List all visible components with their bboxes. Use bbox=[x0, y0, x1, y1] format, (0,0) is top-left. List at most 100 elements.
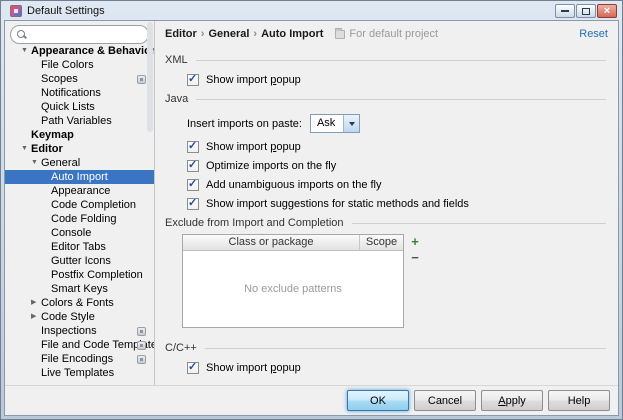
section-header-ccpp: C/C++ bbox=[165, 340, 606, 356]
checkbox-add-unambiguous-imports[interactable]: ✓ Add unambiguous imports on the fly bbox=[187, 177, 606, 192]
table-body: No exclude patterns bbox=[183, 251, 403, 327]
cancel-button[interactable]: Cancel bbox=[414, 390, 476, 411]
sidebar-item-auto-import[interactable]: Auto Import bbox=[5, 170, 154, 184]
close-icon: × bbox=[604, 6, 610, 16]
check-icon: ✓ bbox=[188, 139, 197, 152]
window-controls: × bbox=[555, 4, 617, 18]
add-exclude-pattern-button[interactable]: + bbox=[408, 235, 422, 248]
checkbox-show-import-suggestions-static[interactable]: ✓ Show import suggestions for static met… bbox=[187, 196, 606, 211]
combo-dropdown-button[interactable] bbox=[343, 115, 359, 132]
sidebar-item-console[interactable]: Console bbox=[5, 226, 154, 240]
panels: ▼Appearance & BehaviorFile ColorsScopesN… bbox=[5, 21, 618, 385]
table-header: Class or package Scope bbox=[183, 235, 403, 251]
sidebar-item-label: File Colors bbox=[41, 58, 94, 72]
close-button[interactable]: × bbox=[597, 4, 617, 18]
sidebar-item-label: Live Templates bbox=[41, 366, 114, 380]
sidebar-scrollbar[interactable] bbox=[146, 21, 154, 385]
sidebar-item-label: Quick Lists bbox=[41, 100, 95, 114]
sidebar-item-label: Notifications bbox=[41, 86, 101, 100]
sidebar-item-colors-fonts[interactable]: ▶Colors & Fonts bbox=[5, 296, 154, 310]
checkbox-optimize-imports-on-the-fly[interactable]: ✓ Optimize imports on the fly bbox=[187, 158, 606, 173]
sidebar-item-file-encodings[interactable]: File Encodings bbox=[5, 352, 154, 366]
checkbox-xml-show-import-popup[interactable]: ✓ Show import popup bbox=[187, 72, 606, 87]
per-project-settings-icon bbox=[137, 75, 146, 84]
sidebar-item-inspections[interactable]: Inspections bbox=[5, 324, 154, 338]
sidebar-item-editor-tabs[interactable]: Editor Tabs bbox=[5, 240, 154, 254]
sidebar-item-code-style[interactable]: ▶Code Style bbox=[5, 310, 154, 324]
sidebar-item-path-variables[interactable]: Path Variables bbox=[5, 114, 154, 128]
title-bar[interactable]: Default Settings × bbox=[4, 1, 619, 20]
sidebar-item-general[interactable]: ▼General bbox=[5, 156, 154, 170]
insert-imports-on-paste-select[interactable]: Ask bbox=[310, 114, 360, 133]
sidebar-item-file-and-code-templates[interactable]: File and Code Templates bbox=[5, 338, 154, 352]
checkbox-java-show-import-popup[interactable]: ✓ Show import popup bbox=[187, 139, 606, 154]
help-button[interactable]: Help bbox=[548, 390, 610, 411]
sidebar-item-postfix-completion[interactable]: Postfix Completion bbox=[5, 268, 154, 282]
reset-link[interactable]: Reset bbox=[579, 28, 608, 40]
expanded-arrow-icon[interactable]: ▼ bbox=[31, 156, 41, 170]
sidebar-item-label: Scopes bbox=[41, 72, 78, 86]
sidebar-item-label: Postfix Completion bbox=[51, 268, 143, 282]
sidebar-item-label: Console bbox=[51, 226, 91, 240]
ok-button[interactable]: OK bbox=[347, 390, 409, 411]
default-project-icon bbox=[335, 30, 345, 39]
remove-icon: − bbox=[411, 252, 419, 264]
exclude-patterns-table: Class or package Scope No exclude patter… bbox=[182, 234, 404, 328]
sidebar-item-label: Code Completion bbox=[51, 198, 136, 212]
sidebar-item-file-colors[interactable]: File Colors bbox=[5, 58, 154, 72]
sidebar-item-smart-keys[interactable]: Smart Keys bbox=[5, 282, 154, 296]
exclude-patterns-area: Class or package Scope No exclude patter… bbox=[182, 234, 606, 328]
collapsed-arrow-icon[interactable]: ▶ bbox=[31, 296, 41, 310]
check-icon: ✓ bbox=[188, 177, 197, 190]
sidebar-item-code-folding[interactable]: Code Folding bbox=[5, 212, 154, 226]
sidebar-item-notifications[interactable]: Notifications bbox=[5, 86, 154, 100]
section-title: Exclude from Import and Completion bbox=[165, 217, 344, 229]
empty-table-text: No exclude patterns bbox=[244, 283, 342, 295]
minimize-button[interactable] bbox=[555, 4, 575, 18]
sidebar-item-quick-lists[interactable]: Quick Lists bbox=[5, 100, 154, 114]
column-header-scope: Scope bbox=[360, 235, 403, 250]
settings-content-panel: Editor › General › Auto Import For defau… bbox=[155, 21, 618, 385]
sidebar-item-keymap[interactable]: Keymap bbox=[5, 128, 154, 142]
checkbox-label: Show import popup bbox=[206, 141, 301, 153]
scrollbar-thumb[interactable] bbox=[147, 22, 153, 132]
checkbox-label: Show import popup bbox=[206, 362, 301, 374]
breadcrumb-item-general: General bbox=[208, 28, 249, 40]
column-header-class-or-package: Class or package bbox=[183, 235, 360, 250]
search-icon bbox=[17, 30, 25, 38]
settings-search[interactable] bbox=[10, 25, 149, 44]
section-header-java: Java bbox=[165, 91, 606, 107]
settings-sidebar: ▼Appearance & BehaviorFile ColorsScopesN… bbox=[5, 21, 155, 385]
table-toolbar: + − bbox=[408, 234, 422, 328]
sidebar-item-appearance[interactable]: Appearance bbox=[5, 184, 154, 198]
sidebar-item-scopes[interactable]: Scopes bbox=[5, 72, 154, 86]
section-divider bbox=[352, 223, 606, 224]
checkbox-label: Add unambiguous imports on the fly bbox=[206, 179, 382, 191]
per-project-settings-icon bbox=[137, 341, 146, 350]
checkbox-box: ✓ bbox=[187, 362, 199, 374]
combo-arrow-icon bbox=[349, 122, 355, 126]
sidebar-item-appearance-behavior[interactable]: ▼Appearance & Behavior bbox=[5, 44, 154, 58]
selected-option: Ask bbox=[311, 115, 343, 132]
default-settings-window: Default Settings × ▼Appearance & Behavio… bbox=[0, 0, 623, 420]
sidebar-item-gutter-icons[interactable]: Gutter Icons bbox=[5, 254, 154, 268]
sidebar-item-label: Gutter Icons bbox=[51, 254, 111, 268]
sidebar-item-live-templates[interactable]: Live Templates bbox=[5, 366, 154, 380]
section-title: Java bbox=[165, 93, 188, 105]
section-divider bbox=[205, 348, 606, 349]
checkbox-label: Optimize imports on the fly bbox=[206, 160, 336, 172]
sidebar-item-editor[interactable]: ▼Editor bbox=[5, 142, 154, 156]
section-title: C/C++ bbox=[165, 342, 197, 354]
search-input[interactable] bbox=[31, 27, 148, 42]
apply-button[interactable]: Apply bbox=[481, 390, 543, 411]
maximize-button[interactable] bbox=[576, 4, 596, 18]
sidebar-item-code-completion[interactable]: Code Completion bbox=[5, 198, 154, 212]
sidebar-item-label: Editor Tabs bbox=[51, 240, 106, 254]
expanded-arrow-icon[interactable]: ▼ bbox=[21, 142, 31, 156]
remove-exclude-pattern-button[interactable]: − bbox=[408, 251, 422, 264]
collapsed-arrow-icon[interactable]: ▶ bbox=[31, 310, 41, 324]
checkbox-ccpp-show-import-popup[interactable]: ✓ Show import popup bbox=[187, 360, 606, 375]
maximize-icon bbox=[582, 8, 590, 15]
expanded-arrow-icon[interactable]: ▼ bbox=[21, 44, 31, 58]
dialog-footer: OK Cancel Apply Help bbox=[5, 385, 618, 415]
